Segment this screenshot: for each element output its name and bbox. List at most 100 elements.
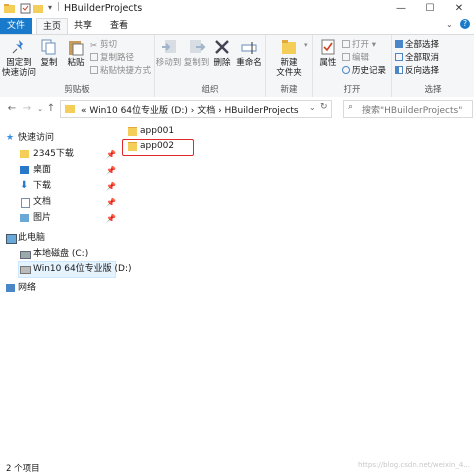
sidebar-item-quick-access[interactable]: ★ 快速访问	[0, 130, 118, 146]
cut-button[interactable]: ✂ 剪切	[90, 40, 117, 51]
folder-icon	[4, 3, 15, 14]
search-box[interactable]: ⌕ 搜索"HBuilderProjects"	[343, 100, 473, 118]
paste-shortcut-button[interactable]: 粘贴快捷方式	[90, 66, 151, 77]
drive-icon	[20, 251, 31, 259]
new-group-label: 新建	[280, 85, 298, 95]
help-icon[interactable]: ?	[460, 19, 470, 29]
forward-arrow-icon[interactable]: →	[21, 102, 33, 116]
copy-to-icon	[188, 38, 206, 56]
tab-home[interactable]: 主页	[36, 18, 68, 34]
ribbon-tabs: 文件 主页 共享 查看 ⌄ ?	[0, 18, 474, 34]
refresh-icon[interactable]: ↻	[320, 102, 328, 112]
sidebar-item-downloads[interactable]: ⬇ 下载 📌	[0, 178, 118, 194]
select-none-button[interactable]: 全部取消	[395, 53, 439, 64]
pin-quick-access-button[interactable]: 固定到 快速访问	[2, 38, 36, 78]
sidebar-item-network[interactable]: 网络	[0, 280, 118, 296]
sidebar-item-pictures[interactable]: 图片 📌	[0, 210, 118, 226]
open-group: 属性 打开 ▾ 编辑 历史记录 打开	[313, 35, 392, 97]
copy-path-button[interactable]: 复制路径	[90, 53, 134, 64]
paste-button[interactable]: 粘贴	[64, 38, 88, 68]
customize-quick-access-icon[interactable]: ▾	[48, 3, 52, 12]
sidebar-item-this-pc[interactable]: 此电脑	[0, 230, 118, 246]
new-item-arrow-icon[interactable]: ▾	[304, 41, 308, 49]
organize-group-label: 组织	[201, 85, 219, 95]
select-all-button[interactable]: 全部选择	[395, 40, 439, 51]
window-title: HBuilderProjects	[64, 3, 143, 14]
open-icon	[342, 40, 350, 48]
sidebar-item-2345-downloads[interactable]: 2345下载 📌	[0, 146, 118, 162]
sidebar-item-drive-c[interactable]: 本地磁盘 (C:)	[0, 246, 118, 262]
ribbon: 固定到 快速访问 复制 粘贴 ✂ 剪切 复制路径 粘贴快捷方式 剪贴板 移动到 复…	[0, 34, 474, 98]
maximize-button[interactable]: ☐	[415, 0, 445, 18]
edit-icon	[342, 53, 350, 61]
pin-icon	[10, 38, 28, 56]
title-separator: |	[57, 2, 61, 12]
move-to-button[interactable]: 移动到	[155, 38, 182, 68]
navigation-pane: ★ 快速访问 2345下载 📌 桌面 📌 ⬇ 下载 📌 文档 📌 图片 📌 此电…	[0, 124, 132, 456]
sidebar-item-documents[interactable]: 文档 📌	[0, 194, 118, 210]
paste-icon	[67, 38, 85, 56]
pin-icon[interactable]: 📌	[106, 163, 116, 179]
select-group: 全部选择 全部取消 反向选择 选择	[392, 35, 474, 97]
new-folder-icon	[280, 38, 298, 56]
pin-icon[interactable]: 📌	[106, 179, 116, 195]
pin-icon[interactable]: 📌	[106, 211, 116, 227]
minimize-button[interactable]: —	[386, 0, 416, 18]
back-arrow-icon[interactable]: ←	[6, 102, 18, 116]
copy-to-button[interactable]: 复制到	[183, 38, 210, 68]
download-arrow-icon: ⬇	[20, 180, 29, 191]
close-button[interactable]: ✕	[444, 0, 474, 18]
computer-icon	[6, 234, 17, 244]
pictures-icon	[20, 214, 29, 222]
clipboard-group: 固定到 快速访问 复制 粘贴 ✂ 剪切 复制路径 粘贴快捷方式 剪贴板	[0, 35, 155, 97]
tab-share[interactable]: 共享	[68, 18, 98, 34]
sidebar-item-desktop[interactable]: 桌面 📌	[0, 162, 118, 178]
scissors-icon: ✂	[90, 41, 98, 51]
properties-quick-icon[interactable]	[20, 3, 31, 14]
item-count: 2 个项目	[6, 464, 40, 474]
delete-button[interactable]: 删除	[211, 38, 233, 68]
highlight-annotation	[122, 139, 194, 156]
organize-group: 移动到 复制到 删除 重命名 组织	[155, 35, 266, 97]
address-bar[interactable]: « Win10 64位专业版 (D:) › 文档 › HBuilderProje…	[60, 100, 332, 118]
history-icon	[342, 66, 350, 74]
tab-view[interactable]: 查看	[104, 18, 134, 34]
pin-icon[interactable]: 📌	[106, 195, 116, 211]
document-icon	[21, 198, 30, 208]
star-icon: ★	[6, 133, 15, 143]
drive-icon	[20, 266, 31, 274]
paste-shortcut-icon	[90, 66, 98, 74]
properties-icon	[319, 38, 337, 56]
select-group-label: 选择	[424, 85, 442, 95]
list-item-app001[interactable]: app001	[126, 124, 196, 138]
new-folder-quick-icon[interactable]	[33, 3, 44, 14]
sidebar-item-drive-d[interactable]: Win10 64位专业版 (D:)	[18, 261, 132, 278]
properties-button[interactable]: 属性	[315, 38, 341, 68]
address-folder-icon	[65, 105, 75, 113]
watermark-text: https://blog.csdn.net/weixin_4...	[357, 461, 470, 469]
history-button[interactable]: 历史记录	[342, 66, 386, 77]
title-bar: ▾ | HBuilderProjects — ☐ ✕	[0, 0, 474, 19]
folder-icon	[128, 127, 137, 136]
edit-button[interactable]: 编辑	[342, 53, 369, 64]
invert-selection-button[interactable]: 反向选择	[395, 66, 439, 77]
folder-icon	[20, 150, 29, 158]
up-arrow-icon[interactable]: ↑	[45, 102, 57, 116]
pin-icon[interactable]: 📌	[106, 147, 116, 163]
network-icon	[6, 284, 15, 292]
copy-icon	[40, 38, 58, 56]
rename-icon	[240, 38, 258, 56]
open-button[interactable]: 打开 ▾	[342, 40, 376, 51]
new-group: 新建 文件夹 ▾ 新建	[266, 35, 313, 97]
tab-file[interactable]: 文件	[0, 18, 32, 34]
copy-button[interactable]: 复制	[37, 38, 61, 68]
desktop-icon	[20, 166, 29, 174]
invert-selection-icon	[395, 66, 403, 74]
rename-button[interactable]: 重命名	[235, 38, 263, 68]
move-to-icon	[160, 38, 178, 56]
delete-x-icon	[213, 38, 231, 56]
address-path: « Win10 64位专业版 (D:) › 文档 › HBuilderProje…	[81, 106, 299, 116]
search-placeholder: 搜索"HBuilderProjects"	[362, 106, 463, 116]
ribbon-collapse-icon[interactable]: ⌄	[446, 20, 453, 29]
address-dropdown-icon[interactable]: ⌄	[309, 103, 316, 112]
